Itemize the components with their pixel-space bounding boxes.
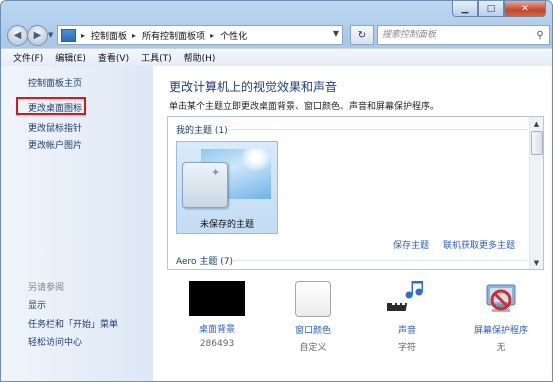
sounds-label[interactable]: 声音: [367, 323, 447, 336]
screen-saver-value: 无: [496, 343, 506, 353]
theme-settings-bar: 桌面背景 286493 窗口颜色 自定义 声音 字符 屏幕保护程序 无: [167, 281, 547, 361]
screen-saver-setting[interactable]: 屏幕保护程序 无: [461, 281, 541, 353]
menu-tools[interactable]: 工具(T): [135, 51, 178, 64]
content-area: 控制面板主页 更改桌面图标 更改鼠标指针 更改帐户图片 另请参阅 显示 任务栏和…: [1, 66, 552, 381]
windows-logo-icon: ✦: [211, 166, 221, 179]
address-dropdown-icon[interactable]: ▼: [333, 29, 339, 38]
sky-glow: [239, 149, 271, 171]
see-also-heading: 另请参阅: [28, 283, 65, 293]
sidebar-change-desktop-icons[interactable]: 更改桌面图标: [28, 101, 82, 114]
menu-help[interactable]: 帮助(H): [178, 51, 222, 64]
sidebar-control-panel-home[interactable]: 控制面板主页: [28, 76, 82, 89]
control-panel-icon: [61, 28, 76, 42]
themes-scrollbar[interactable]: ▲ ▼: [529, 117, 543, 269]
back-button[interactable]: ◀: [7, 25, 28, 46]
themes-list: 我的主题 (1) ✦ 未保存的主题 保存主题 联机获取更多主题 Aero 主题 …: [167, 116, 544, 270]
search-icon[interactable]: ⚲: [534, 30, 546, 41]
breadcrumb-control-panel[interactable]: 控制面板: [91, 29, 127, 42]
scroll-down-icon[interactable]: ▼: [531, 257, 542, 268]
breadcrumb-arrow-icon[interactable]: ▸: [81, 31, 85, 40]
window-color-label[interactable]: 窗口颜色: [273, 323, 353, 336]
address-bar[interactable]: ▸ 控制面板 ▸ 所有控制面板项 ▸ 个性化 ▼: [57, 25, 343, 45]
window-color-value: 自定义: [299, 343, 327, 353]
desktop-background-setting[interactable]: 桌面背景 286493: [177, 281, 257, 349]
theme-name: 未保存的主题: [199, 220, 254, 230]
save-theme-link[interactable]: 保存主题: [393, 238, 429, 251]
sidebar: 控制面板主页 更改桌面图标 更改鼠标指针 更改帐户图片 另请参阅 显示 任务栏和…: [1, 66, 153, 381]
breadcrumb-all-items[interactable]: 所有控制面板项: [142, 29, 205, 42]
scroll-up-icon[interactable]: ▲: [531, 118, 542, 129]
breadcrumb-arrow-icon[interactable]: ▸: [132, 31, 136, 40]
menu-edit[interactable]: 编辑(E): [49, 51, 92, 64]
search-input[interactable]: [378, 29, 534, 41]
get-more-themes-link[interactable]: 联机获取更多主题: [443, 238, 515, 251]
recent-pages-dropdown[interactable]: ▼: [48, 31, 53, 39]
see-also-ease-of-access[interactable]: 轻松访问中心: [28, 335, 82, 348]
group-divider: [232, 260, 527, 261]
sounds-setting[interactable]: 声音 字符: [367, 281, 447, 353]
sidebar-change-account-picture[interactable]: 更改帐户图片: [28, 138, 82, 151]
window-color-swatch: ✦: [182, 162, 228, 208]
aero-themes-header[interactable]: Aero 主题 (7): [176, 254, 233, 267]
menu-bar: 文件(F) 编辑(E) 查看(V) 工具(T) 帮助(H): [1, 48, 552, 67]
no-screensaver-icon: [486, 284, 516, 312]
caption-buttons: ▁ □ ✕: [452, 1, 546, 17]
sounds-icon: [385, 281, 427, 317]
theme-unsaved[interactable]: ✦ 未保存的主题: [176, 141, 278, 234]
window-color-icon: [295, 281, 331, 317]
navigation-bar: ◀ ▶ ▼ ▸ 控制面板 ▸ 所有控制面板项 ▸ 个性化 ▼ ↻ ⚲: [5, 23, 550, 46]
desktop-background-value: 286493: [199, 339, 235, 349]
minimize-button[interactable]: ▁: [452, 1, 478, 17]
personalization-window: ▁ □ ✕ ◀ ▶ ▼ ▸ 控制面板 ▸ 所有控制面板项 ▸ 个性化 ▼ ↻ ⚲…: [0, 0, 553, 382]
screen-saver-label[interactable]: 屏幕保护程序: [461, 323, 541, 336]
screen-saver-icon: [481, 281, 521, 317]
group-divider: [228, 129, 527, 130]
sidebar-change-mouse-pointers[interactable]: 更改鼠标指针: [28, 121, 82, 134]
refresh-button[interactable]: ↻: [350, 25, 374, 45]
main-panel: 更改计算机上的视觉效果和声音 单击某个主题立即更改桌面背景、窗口颜色、声音和屏幕…: [153, 66, 552, 381]
menu-file[interactable]: 文件(F): [7, 51, 49, 64]
breadcrumb-arrow-icon[interactable]: ▸: [210, 31, 214, 40]
see-also-taskbar-start-menu[interactable]: 任务栏和「开始」菜单: [28, 317, 118, 330]
sounds-value: 字符: [397, 343, 416, 353]
forward-button[interactable]: ▶: [27, 25, 48, 46]
menu-view[interactable]: 查看(V): [92, 51, 135, 64]
breadcrumb-personalization[interactable]: 个性化: [220, 29, 247, 42]
music-notes-icon: [385, 281, 423, 311]
page-description: 单击某个主题立即更改桌面背景、窗口颜色、声音和屏幕保护程序。: [169, 102, 440, 112]
search-box: ⚲: [377, 25, 550, 45]
my-themes-header[interactable]: 我的主题 (1): [176, 123, 228, 136]
window-color-setting[interactable]: 窗口颜色 自定义: [273, 281, 353, 353]
see-also-display[interactable]: 显示: [28, 298, 46, 311]
desktop-background-label[interactable]: 桌面背景: [177, 322, 257, 335]
desktop-background-thumbnail: [189, 281, 245, 316]
maximize-button[interactable]: □: [478, 1, 504, 17]
scroll-thumb[interactable]: [531, 131, 543, 155]
close-button[interactable]: ✕: [504, 1, 546, 17]
page-title: 更改计算机上的视觉效果和声音: [169, 80, 338, 94]
